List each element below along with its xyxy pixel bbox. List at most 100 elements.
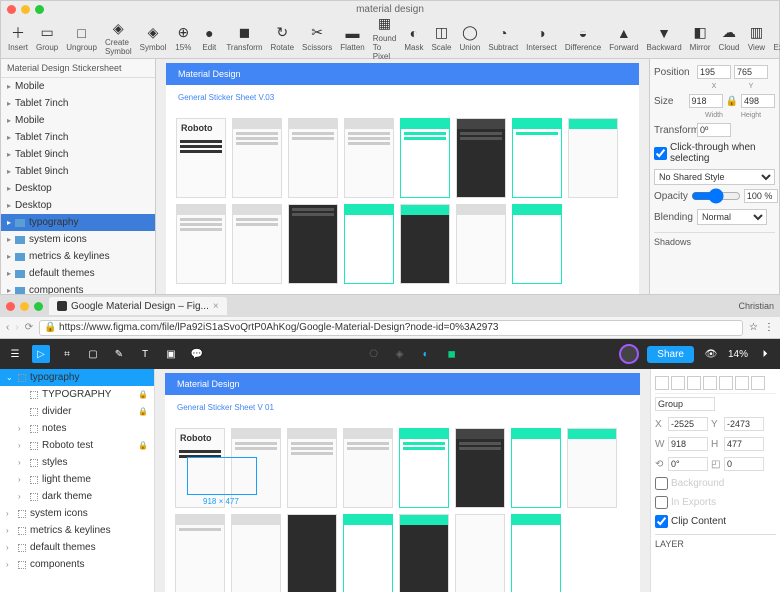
layer-default-themes[interactable]: ›default themes [0,539,154,556]
tool-cloud[interactable]: ☁Cloud [716,24,743,52]
layer-light-theme[interactable]: ›light theme [0,471,154,488]
clickthrough-checkbox[interactable] [654,147,667,160]
tool-backward[interactable]: ▼Backward [644,24,685,52]
tool-mirror[interactable]: ◧Mirror [687,24,714,52]
tool-edit[interactable]: ●Edit [197,24,221,52]
align-center-icon[interactable] [671,376,685,390]
tool-round-to-pixel[interactable]: ▦Round To Pixel [370,15,400,61]
clip-checkbox[interactable] [655,515,668,528]
layer-system-icons[interactable]: ›system icons [0,505,154,522]
preview-icon[interactable]: ⏵ [756,345,774,363]
image-tool[interactable]: ▣ [162,345,180,363]
rotation-input[interactable] [668,457,708,471]
tool-view[interactable]: ▥View [744,24,768,52]
tool-intersect[interactable]: ◑Intersect [523,24,560,52]
background-checkbox[interactable] [655,477,668,490]
rectangle-tool[interactable]: ▢ [84,345,102,363]
y-input[interactable] [724,417,764,431]
tool-group[interactable]: ▭Group [33,24,61,52]
width-input[interactable] [689,94,723,108]
opacity-input[interactable] [744,189,778,203]
layer-components[interactable]: ▸components [1,282,155,294]
traffic-lights[interactable] [6,302,43,311]
browser-tab[interactable]: Google Material Design – Fig...× [49,297,227,315]
tool-insert[interactable]: ＋Insert [5,24,31,52]
layer-metrics-&-keylines[interactable]: ▸metrics & keylines [1,248,155,265]
pos-x-input[interactable] [697,65,731,79]
tool-difference[interactable]: ◒Difference [562,24,604,52]
pen-tool[interactable]: ✎ [110,345,128,363]
component-icon[interactable]: ◈ [391,345,409,363]
crop-icon[interactable]: ⎔ [365,345,383,363]
tool-flatten[interactable]: ▬Flatten [337,24,367,52]
reload-icon[interactable]: ⟳ [25,322,33,333]
tool-create-symbol[interactable]: ◈Create Symbol [102,19,135,56]
move-tool[interactable]: ▷ [32,345,50,363]
tool-union[interactable]: ◯Union [456,24,483,52]
layer-Mobile[interactable]: ▸Mobile [1,78,155,95]
tool-scissors[interactable]: ✂Scissors [299,24,335,52]
text-tool[interactable]: T [136,345,154,363]
blending-select[interactable]: Normal [697,209,767,225]
h-input[interactable] [724,437,764,451]
sketch-canvas[interactable]: Material Design General Sticker Sheet V.… [156,59,649,294]
opacity-slider[interactable] [691,189,741,203]
distribute-icon[interactable] [751,376,765,390]
view-icon[interactable]: 👁 [702,345,720,363]
shared-style-select[interactable]: No Shared Style [654,169,775,185]
boolean-icon[interactable]: ◼ [443,345,461,363]
layer-default-themes[interactable]: ▸default themes [1,265,155,282]
tool-15%[interactable]: ⊕15% [171,24,195,52]
figma-canvas[interactable]: Material Design General Sticker Sheet V … [155,369,650,592]
tool-ungroup[interactable]: □Ungroup [63,24,100,52]
frame-tool[interactable]: ⌗ [58,345,76,363]
layer-metrics-&-keylines[interactable]: ›metrics & keylines [0,522,154,539]
forward-icon[interactable]: › [15,322,18,333]
menu-icon[interactable]: ☰ [6,345,24,363]
tool-export[interactable]: ↗Export [770,24,780,52]
star-icon[interactable]: ☆ [749,322,758,333]
layer-styles[interactable]: ›styles [0,454,154,471]
comment-tool[interactable]: 💬 [188,345,206,363]
tool-subtract[interactable]: ◔Subtract [485,24,521,52]
layer-typography[interactable]: ▸typography [1,214,155,231]
layer-Roboto-test[interactable]: ›Roboto test🔒 [0,437,154,454]
layer-Mobile[interactable]: ▸Mobile [1,112,155,129]
layer-Tablet-9inch[interactable]: ▸Tablet 9inch [1,163,155,180]
align-right-icon[interactable] [687,376,701,390]
zoom-level[interactable]: 14% [728,349,748,360]
avatar[interactable] [619,344,639,364]
align-bottom-icon[interactable] [735,376,749,390]
w-input[interactable] [668,437,708,451]
traffic-lights[interactable] [7,5,44,14]
layer-components[interactable]: ›components [0,556,154,573]
tool-forward[interactable]: ▲Forward [606,24,641,52]
tool-transform[interactable]: ◼Transform [223,24,265,52]
tool-scale[interactable]: ◫Scale [428,24,454,52]
layer-Tablet-7inch[interactable]: ▸Tablet 7inch [1,95,155,112]
pos-y-input[interactable] [734,65,768,79]
align-top-icon[interactable] [703,376,717,390]
type-select[interactable] [655,397,715,411]
align-left-icon[interactable] [655,376,669,390]
layer-system-icons[interactable]: ▸system icons [1,231,155,248]
layer-notes[interactable]: ›notes [0,420,154,437]
layer-TYPOGRAPHY[interactable]: TYPOGRAPHY🔒 [0,386,154,403]
layer-dark-theme[interactable]: ›dark theme [0,488,154,505]
tool-rotate[interactable]: ↻Rotate [267,24,297,52]
mask-icon[interactable]: ◐ [417,345,435,363]
layer-divider[interactable]: divider🔒 [0,403,154,420]
lock-icon[interactable]: 🔒 [726,96,738,107]
corner-input[interactable] [724,457,764,471]
close-tab-icon[interactable]: × [213,301,219,312]
align-middle-icon[interactable] [719,376,733,390]
x-input[interactable] [668,417,708,431]
layer-Tablet-9inch[interactable]: ▸Tablet 9inch [1,146,155,163]
layer-Desktop[interactable]: ▸Desktop [1,197,155,214]
tool-mask[interactable]: ◐Mask [401,24,426,52]
layer-Desktop[interactable]: ▸Desktop [1,180,155,197]
url-input[interactable]: 🔒 https://www.figma.com/file/lPa92iS1aSv… [39,320,743,336]
tool-symbol[interactable]: ◈Symbol [137,24,170,52]
menu-icon[interactable]: ⋮ [764,322,774,333]
share-button[interactable]: Share [647,346,694,363]
